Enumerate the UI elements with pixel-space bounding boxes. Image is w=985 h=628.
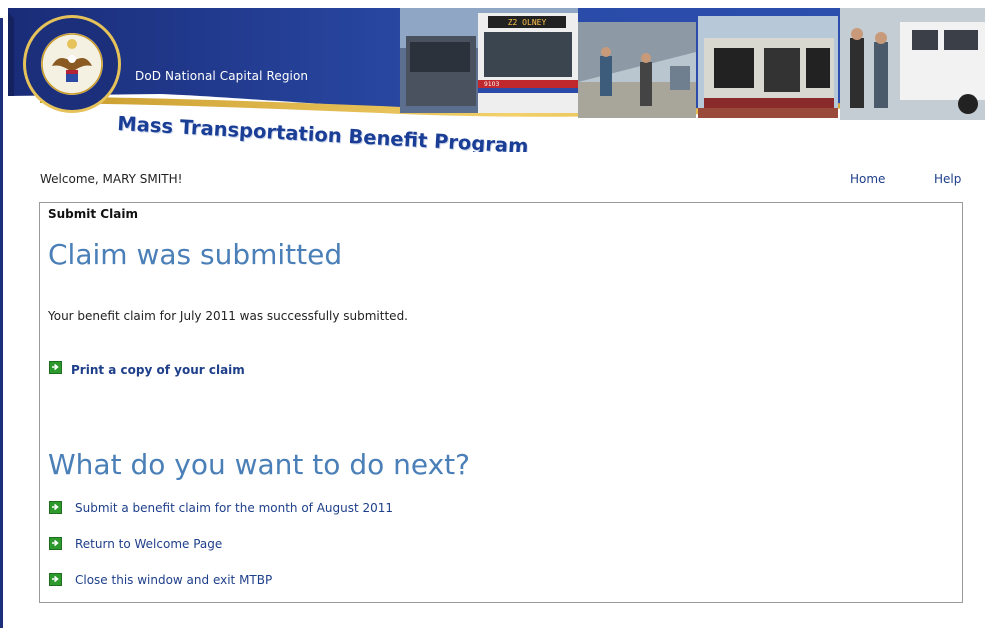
print-claim-link[interactable]: Print a copy of your claim bbox=[71, 363, 245, 377]
svg-text:9103: 9103 bbox=[484, 81, 499, 88]
claim-submitted-heading: Claim was submitted bbox=[48, 238, 343, 271]
svg-text:Z2 OLNEY: Z2 OLNEY bbox=[508, 18, 547, 27]
close-window-link[interactable]: Close this window and exit MTBP bbox=[75, 573, 272, 587]
return-welcome-link[interactable]: Return to Welcome Page bbox=[75, 537, 222, 551]
van-photo bbox=[840, 8, 985, 120]
bus-photo: Z2 OLNEY 9103 bbox=[400, 8, 578, 113]
submit-next-claim-link[interactable]: Submit a benefit claim for the month of … bbox=[75, 501, 393, 515]
dod-seal-icon bbox=[23, 15, 121, 113]
station-photo bbox=[578, 22, 696, 118]
railcar-photo bbox=[698, 16, 838, 118]
panel-title: Submit Claim bbox=[48, 207, 138, 221]
arrow-right-icon bbox=[49, 537, 62, 550]
submit-claim-panel: Submit Claim Claim was submitted Your be… bbox=[39, 202, 963, 603]
help-link[interactable]: Help bbox=[934, 172, 961, 186]
arrow-right-icon bbox=[49, 573, 62, 586]
arrow-right-icon bbox=[49, 501, 62, 514]
next-steps-heading: What do you want to do next? bbox=[48, 448, 471, 481]
welcome-message: Welcome, MARY SMITH! bbox=[40, 172, 183, 186]
home-link[interactable]: Home bbox=[850, 172, 885, 186]
region-label: DoD National Capital Region bbox=[135, 69, 309, 83]
header-banner: DoD National Capital Region Z2 OLNEY 910… bbox=[0, 0, 985, 152]
confirmation-message: Your benefit claim for July 2011 was suc… bbox=[48, 309, 408, 323]
arrow-right-icon bbox=[49, 361, 62, 374]
